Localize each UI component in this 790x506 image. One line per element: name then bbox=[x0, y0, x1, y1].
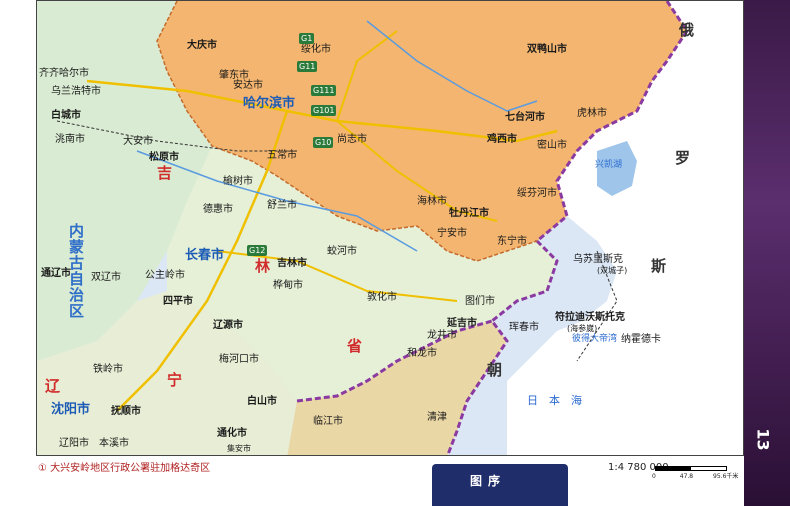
city-label: 公主岭市 bbox=[145, 270, 185, 281]
city-label: 德惠市 bbox=[203, 204, 233, 215]
sea-label: 日 本 海 bbox=[527, 394, 582, 407]
country-label-russia: 俄 bbox=[679, 21, 695, 39]
city-label: 绥芬河市 bbox=[517, 188, 557, 199]
city-label: 宁安市 bbox=[437, 228, 467, 239]
city-label: 哈尔滨市 bbox=[243, 96, 296, 111]
city-label: 舒兰市 bbox=[267, 200, 297, 211]
city-label: 图们市 bbox=[465, 296, 495, 307]
country-label-russia: 斯 bbox=[651, 257, 667, 275]
city-label: 通辽市 bbox=[41, 268, 71, 279]
city-label: 四平市 bbox=[163, 296, 193, 307]
bay-label: 彼得大帝湾 bbox=[572, 334, 618, 344]
scale-tick: 47.8 bbox=[679, 473, 694, 480]
city-label: 长春市 bbox=[185, 248, 225, 263]
city-label: 密山市 bbox=[537, 140, 567, 151]
province-label-inner-mongolia: 内蒙古自治区 bbox=[69, 222, 85, 320]
city-label: 双鸭山市 bbox=[527, 44, 567, 55]
city-label: 白山市 bbox=[247, 396, 277, 407]
city-label: 牡丹江市 bbox=[449, 208, 489, 219]
road-shield: G10 bbox=[313, 137, 334, 148]
city-label: 安达市 bbox=[233, 80, 263, 91]
road-shield: G111 bbox=[311, 85, 337, 96]
province-label-liaoning: 宁 bbox=[167, 371, 183, 389]
city-label: 七台河市 bbox=[505, 112, 545, 123]
city-label: 洮南市 bbox=[55, 134, 85, 145]
city-label: 符拉迪沃斯托克 bbox=[555, 312, 625, 323]
city-label: 白城市 bbox=[51, 110, 81, 121]
city-label: 集安市 bbox=[227, 444, 251, 453]
city-label: 尚志市 bbox=[337, 134, 367, 145]
city-label: 五常市 bbox=[267, 150, 297, 161]
city-label: 鸡西市 bbox=[487, 134, 517, 145]
city-label: 齐齐哈尔市 bbox=[39, 68, 89, 79]
city-label: 纳霍德卡 bbox=[621, 334, 661, 345]
city-label: 和龙市 bbox=[407, 348, 437, 359]
city-sublabel: (双城子) bbox=[597, 266, 628, 275]
city-label: 临江市 bbox=[313, 416, 343, 427]
lake-label: 兴凯湖 bbox=[595, 160, 623, 170]
scale-ticks: 0 47.8 95.6千米 bbox=[652, 471, 738, 480]
scale-tick: 0 bbox=[652, 473, 656, 480]
city-label: 本溪市 bbox=[99, 438, 129, 449]
city-label: 沈阳市 bbox=[51, 402, 91, 417]
map-panel[interactable]: 俄 罗 斯 吉 林 省 辽 宁 内蒙古自治区 朝 日 本 海 彼得大帝湾 兴凯湖… bbox=[36, 0, 744, 456]
province-label-jilin: 吉 bbox=[157, 164, 173, 182]
page-number: 13 bbox=[753, 428, 773, 451]
city-label: 东宁市 bbox=[497, 236, 527, 247]
city-label: 珲春市 bbox=[509, 322, 539, 333]
road-shield: G1 bbox=[299, 33, 315, 44]
city-label: 乌苏里斯克 bbox=[573, 254, 623, 265]
city-label: 敦化市 bbox=[367, 292, 397, 303]
country-label-korea: 朝 bbox=[487, 361, 503, 379]
road-shield: G12 bbox=[247, 245, 268, 256]
city-label: 乌兰浩特市 bbox=[51, 86, 101, 97]
map-base bbox=[37, 1, 743, 455]
city-label: 桦甸市 bbox=[273, 280, 303, 291]
province-label-jilin: 省 bbox=[347, 337, 363, 355]
city-label: 虎林市 bbox=[577, 108, 607, 119]
footnote: ① 大兴安岭地区行政公署驻加格达奇区 bbox=[38, 463, 211, 474]
city-label: 大庆市 bbox=[187, 40, 217, 51]
city-label: 绥化市 bbox=[301, 44, 331, 55]
city-label: 双辽市 bbox=[91, 272, 121, 283]
city-label: 辽源市 bbox=[213, 320, 243, 331]
city-label: 吉林市 bbox=[277, 258, 307, 269]
scale-tick: 95.6千米 bbox=[713, 473, 739, 480]
city-label: 龙井市 bbox=[427, 330, 457, 341]
province-label-liaoning: 辽 bbox=[45, 377, 61, 395]
city-label: 通化市 bbox=[217, 428, 247, 439]
city-sublabel: (海参崴) bbox=[567, 324, 598, 333]
road-shield: G11 bbox=[297, 61, 318, 72]
city-label: 清津 bbox=[427, 412, 447, 423]
city-label: 辽阳市 bbox=[59, 438, 89, 449]
city-label: 海林市 bbox=[417, 196, 447, 207]
city-label: 榆树市 bbox=[223, 176, 253, 187]
country-label-russia: 罗 bbox=[675, 149, 691, 167]
city-label: 铁岭市 bbox=[93, 364, 123, 375]
city-label: 抚顺市 bbox=[111, 406, 141, 417]
city-label: 松原市 bbox=[149, 152, 179, 163]
city-label: 大安市 bbox=[123, 136, 153, 147]
road-shield: G101 bbox=[311, 105, 337, 116]
province-label-jilin: 林 bbox=[255, 257, 271, 275]
city-label: 延吉市 bbox=[447, 318, 477, 329]
city-label: 梅河口市 bbox=[219, 354, 259, 365]
city-label: 蛟河市 bbox=[327, 246, 357, 257]
section-tab-label: 图序 bbox=[470, 474, 507, 488]
